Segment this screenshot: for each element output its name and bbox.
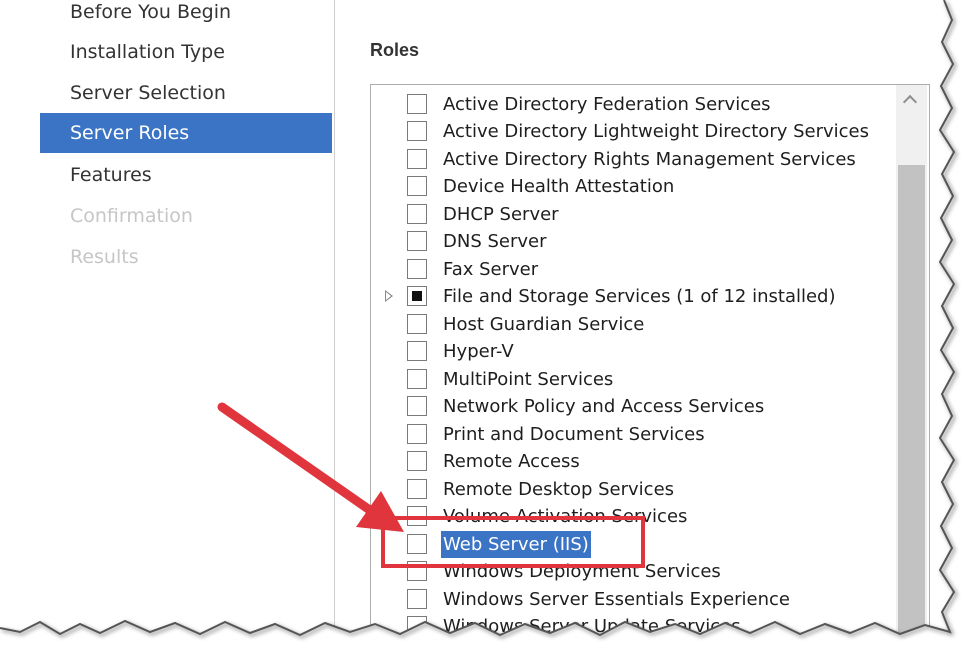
role-checkbox[interactable]: [407, 369, 427, 389]
role-label: MultiPoint Services: [443, 369, 614, 390]
role-label: Windows Server Essentials Experience: [443, 589, 791, 610]
role-checkbox[interactable]: [407, 561, 427, 581]
nav-item-server-roles[interactable]: Server Roles: [40, 113, 332, 153]
expand-arrow-icon[interactable]: [385, 290, 393, 302]
nav-item-server-selection[interactable]: Server Selection: [40, 73, 332, 113]
role-label: DHCP Server: [443, 204, 559, 225]
role-row[interactable]: Active Directory Rights Management Servi…: [371, 146, 896, 173]
role-row[interactable]: Network Policy and Access Services: [371, 393, 896, 420]
role-row[interactable]: Windows Server Essentials Experience: [371, 586, 896, 613]
nav-item-results: Results: [70, 246, 139, 268]
scroll-up-button[interactable]: [896, 85, 927, 115]
role-checkbox[interactable]: [407, 314, 427, 334]
role-label: Volume Activation Services: [443, 506, 688, 527]
nav-item-installation-type[interactable]: Installation Type: [40, 32, 332, 72]
role-label: Active Directory Rights Management Servi…: [443, 149, 856, 170]
role-row[interactable]: Active Directory Lightweight Directory S…: [371, 118, 896, 145]
role-label: Remote Access: [443, 451, 580, 472]
pane-divider: [334, 0, 335, 640]
role-row[interactable]: Remote Desktop Services: [371, 476, 896, 503]
role-label: Windows Server Update Services: [443, 616, 741, 637]
role-checkbox[interactable]: [407, 396, 427, 416]
role-label: Host Guardian Service: [443, 314, 645, 335]
role-row[interactable]: DNS Server: [371, 228, 896, 255]
roles-listbox[interactable]: Active Directory Federation Services Act…: [370, 84, 930, 645]
role-checkbox[interactable]: [407, 534, 427, 554]
role-label: Remote Desktop Services: [443, 479, 675, 500]
role-label: Hyper-V: [443, 341, 514, 362]
role-checkbox[interactable]: [407, 231, 427, 251]
role-checkbox[interactable]: [407, 506, 427, 526]
role-checkbox[interactable]: [407, 94, 427, 114]
role-row[interactable]: Windows Deployment Services: [371, 558, 896, 585]
role-checkbox-partial[interactable]: [407, 286, 427, 306]
server-manager-add-roles-screenshot: Before You Begin Installation Type Serve…: [0, 0, 978, 664]
role-checkbox[interactable]: [407, 424, 427, 444]
role-label-selected: Web Server (IIS): [441, 531, 591, 558]
role-checkbox[interactable]: [407, 259, 427, 279]
role-row[interactable]: MultiPoint Services: [371, 366, 896, 393]
role-row[interactable]: Windows Server Update Services: [371, 613, 896, 640]
role-row[interactable]: Host Guardian Service: [371, 311, 896, 338]
role-label: Windows Deployment Services: [443, 561, 721, 582]
roles-scrollbar[interactable]: [896, 85, 927, 645]
role-checkbox[interactable]: [407, 479, 427, 499]
role-checkbox[interactable]: [407, 149, 427, 169]
role-checkbox[interactable]: [407, 176, 427, 196]
role-label: Active Directory Lightweight Directory S…: [443, 121, 869, 142]
role-row[interactable]: Fax Server: [371, 256, 896, 283]
role-row[interactable]: Remote Access: [371, 448, 896, 475]
nav-item-features[interactable]: Features: [40, 155, 332, 195]
role-label: File and Storage Services (1 of 12 insta…: [443, 286, 836, 307]
nav-item-before-you-begin[interactable]: Before You Begin: [40, 0, 332, 32]
roles-heading: Roles: [370, 40, 420, 60]
role-checkbox[interactable]: [407, 451, 427, 471]
role-label: Fax Server: [443, 259, 539, 280]
role-label: Print and Document Services: [443, 424, 705, 445]
role-label: DNS Server: [443, 231, 547, 252]
role-checkbox[interactable]: [407, 204, 427, 224]
role-row[interactable]: Volume Activation Services: [371, 503, 896, 530]
scroll-thumb[interactable]: [898, 165, 925, 635]
chevron-up-icon: [902, 94, 918, 110]
role-checkbox[interactable]: [407, 616, 427, 636]
wizard-navigation: Before You Begin Installation Type Serve…: [0, 0, 335, 640]
role-row[interactable]: Active Directory Federation Services: [371, 91, 896, 118]
role-row[interactable]: DHCP Server: [371, 201, 896, 228]
role-row-web-server-iis[interactable]: Web Server (IIS): [371, 531, 896, 558]
role-checkbox[interactable]: [407, 341, 427, 361]
role-checkbox[interactable]: [407, 589, 427, 609]
role-checkbox[interactable]: [407, 121, 427, 141]
role-row[interactable]: Device Health Attestation: [371, 173, 896, 200]
role-label: Active Directory Federation Services: [443, 94, 771, 115]
role-label: Device Health Attestation: [443, 176, 675, 197]
role-row-file-and-storage[interactable]: File and Storage Services (1 of 12 insta…: [371, 283, 896, 310]
role-row[interactable]: Hyper-V: [371, 338, 896, 365]
role-row[interactable]: Print and Document Services: [371, 421, 896, 448]
role-label: Network Policy and Access Services: [443, 396, 765, 417]
nav-item-confirmation: Confirmation: [70, 205, 193, 227]
